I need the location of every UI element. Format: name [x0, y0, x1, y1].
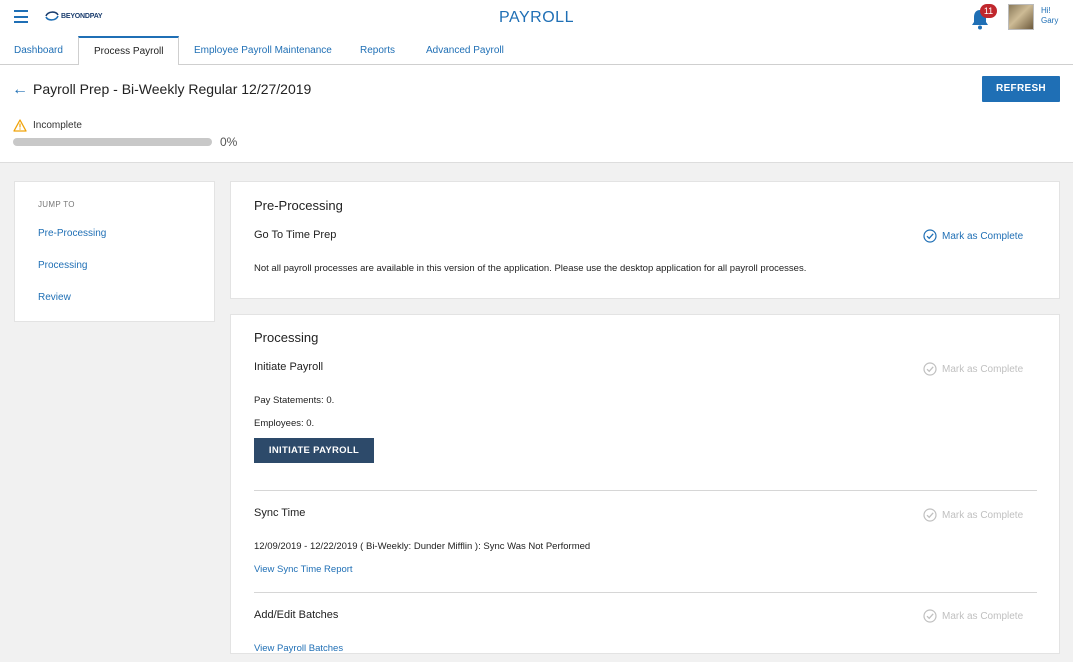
page-header — [0, 65, 1073, 163]
step-title: Add/Edit Batches — [254, 609, 339, 621]
divider — [254, 592, 1037, 593]
employees-count: Employees: 0. — [254, 418, 315, 429]
mark-complete-label: Mark as Complete — [942, 363, 1024, 375]
tab-advanced-payroll[interactable]: Advanced Payroll — [426, 36, 504, 65]
pay-statements-count: Pay Statements: 0. — [254, 395, 335, 406]
view-payroll-batches-link[interactable]: View Payroll Batches — [254, 643, 343, 654]
section-title: Processing — [254, 330, 319, 345]
mark-complete-label: Mark as Complete — [942, 509, 1024, 521]
progress-percent: 0% — [220, 135, 238, 149]
greeting-hi: Hi! — [1041, 6, 1051, 15]
view-sync-time-report-link[interactable]: View Sync Time Report — [254, 564, 353, 575]
progress-bar — [13, 138, 212, 146]
mark-complete-button[interactable]: Mark as Complete — [923, 362, 1023, 376]
mark-complete-label: Mark as Complete — [942, 610, 1024, 622]
app-title: PAYROLL — [499, 9, 574, 26]
divider — [254, 490, 1037, 491]
mark-complete-button[interactable]: Mark as Complete — [923, 508, 1023, 522]
mark-complete-button[interactable]: Mark as Complete — [923, 609, 1023, 623]
jump-link-pre-processing[interactable]: Pre-Processing — [38, 228, 106, 239]
back-arrow-icon[interactable]: ← — [12, 82, 28, 98]
check-circle-icon — [923, 609, 937, 623]
step-title: Sync Time — [254, 507, 306, 519]
refresh-button[interactable]: REFRESH — [982, 76, 1060, 102]
check-circle-icon — [923, 508, 937, 522]
jump-to-heading: JUMP TO — [38, 200, 75, 209]
user-greeting[interactable]: Hi! Gary — [1041, 6, 1058, 26]
top-bar: BEYONDPAY PAYROLL 11 Hi! Gary — [0, 0, 1073, 36]
pre-processing-card: Pre-Processing Go To Time Prep Mark as C… — [230, 181, 1060, 299]
check-circle-icon — [923, 362, 937, 376]
info-message: Not all payroll processes are available … — [254, 263, 807, 274]
processing-card: Processing Initiate Payroll Mark as Comp… — [230, 314, 1060, 654]
mark-complete-button[interactable]: Mark as Complete — [923, 229, 1023, 243]
jump-to-panel: JUMP TO Pre-Processing Processing Review — [14, 181, 215, 322]
tab-process-payroll[interactable]: Process Payroll — [78, 36, 180, 66]
step-title: Go To Time Prep — [254, 229, 337, 241]
tab-employee-payroll-maintenance[interactable]: Employee Payroll Maintenance — [194, 36, 332, 65]
notification-badge[interactable]: 11 — [980, 4, 997, 18]
main-tabs: Dashboard Process Payroll Employee Payro… — [0, 36, 1073, 66]
initiate-payroll-button[interactable]: INITIATE PAYROLL — [254, 438, 374, 463]
jump-link-review[interactable]: Review — [38, 292, 71, 303]
check-circle-icon — [923, 229, 937, 243]
step-title: Initiate Payroll — [254, 361, 324, 373]
page-title: Payroll Prep - Bi-Weekly Regular 12/27/2… — [33, 81, 312, 97]
section-title: Pre-Processing — [254, 198, 343, 213]
sync-detail: 12/09/2019 - 12/22/2019 ( Bi-Weekly: Dun… — [254, 541, 591, 552]
avatar[interactable] — [1008, 4, 1034, 30]
status-text: Incomplete — [33, 120, 82, 131]
warning-icon — [13, 119, 27, 132]
tab-dashboard[interactable]: Dashboard — [14, 36, 63, 65]
greeting-name: Gary — [1041, 16, 1059, 25]
mark-complete-label: Mark as Complete — [942, 230, 1024, 242]
jump-link-processing[interactable]: Processing — [38, 260, 87, 271]
tab-reports[interactable]: Reports — [360, 36, 395, 65]
